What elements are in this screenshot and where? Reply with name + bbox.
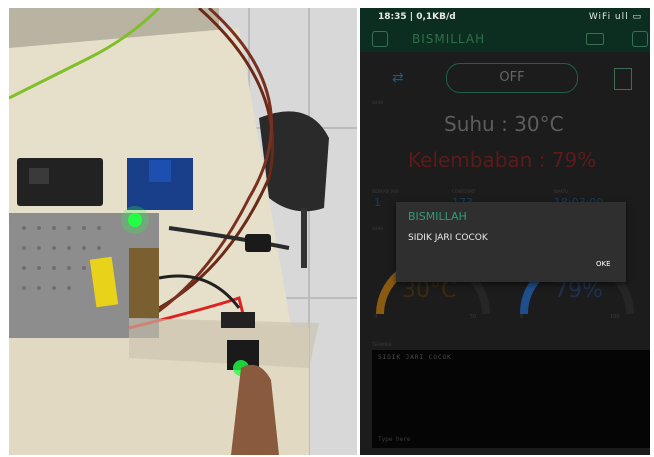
alert-dialog: BISMILLAH SIDIK JARI COCOK OKE [396, 202, 626, 282]
confident-label: CONFIDENT [452, 189, 476, 194]
route-icon: ⇄ [392, 70, 404, 86]
suhu-gauge-min: 0 [374, 314, 378, 320]
suhu-gauge-label: SUHU [372, 226, 384, 231]
suhu-label: SUHU [372, 100, 384, 105]
terminal-line: SIDIK JARI COCOK [378, 354, 452, 361]
indikasi-label: INDIKASI JARI [372, 189, 399, 194]
dialog-ok-button[interactable]: OKE [596, 260, 611, 268]
status-time: 18:35 | 0,1KB/d [378, 12, 456, 22]
terminal: SIDIK JARI COCOK Type here [372, 350, 650, 448]
waktu-label: WAKTU [554, 189, 569, 194]
suhu-gauge-max: 50 [470, 314, 477, 320]
menu-icon[interactable] [372, 31, 388, 47]
power-button[interactable]: OFF [446, 63, 578, 93]
indikasi-value: 1 [374, 196, 381, 209]
kelembaban-gauge-min: 0 [520, 314, 524, 320]
status-icons: WiFi ull ▭ [588, 12, 642, 22]
dialog-title: BISMILLAH [408, 210, 467, 223]
device-icon[interactable] [586, 33, 604, 45]
terminal-label: TERMINAL [372, 342, 393, 347]
add-widget-icon[interactable] [632, 31, 648, 47]
dialog-message: SIDIK JARI COCOK [408, 233, 488, 243]
hardware-photo [9, 8, 357, 455]
phone-screen: 18:35 | 0,1KB/d WiFi ull ▭ BISMILLAH ⇄ O… [360, 8, 650, 455]
app-bar: BISMILLAH [360, 26, 650, 52]
terminal-input[interactable]: Type here [378, 436, 411, 443]
chip-icon [614, 68, 632, 90]
hardware-photo-drawing [9, 8, 357, 455]
app-title: BISMILLAH [412, 32, 486, 46]
status-bar: 18:35 | 0,1KB/d WiFi ull ▭ [360, 8, 650, 26]
kelembaban-gauge-max: 100 [610, 314, 620, 320]
kelembaban-display: Kelembaban : 79% [408, 148, 597, 172]
suhu-display: Suhu : 30°C [444, 112, 564, 136]
